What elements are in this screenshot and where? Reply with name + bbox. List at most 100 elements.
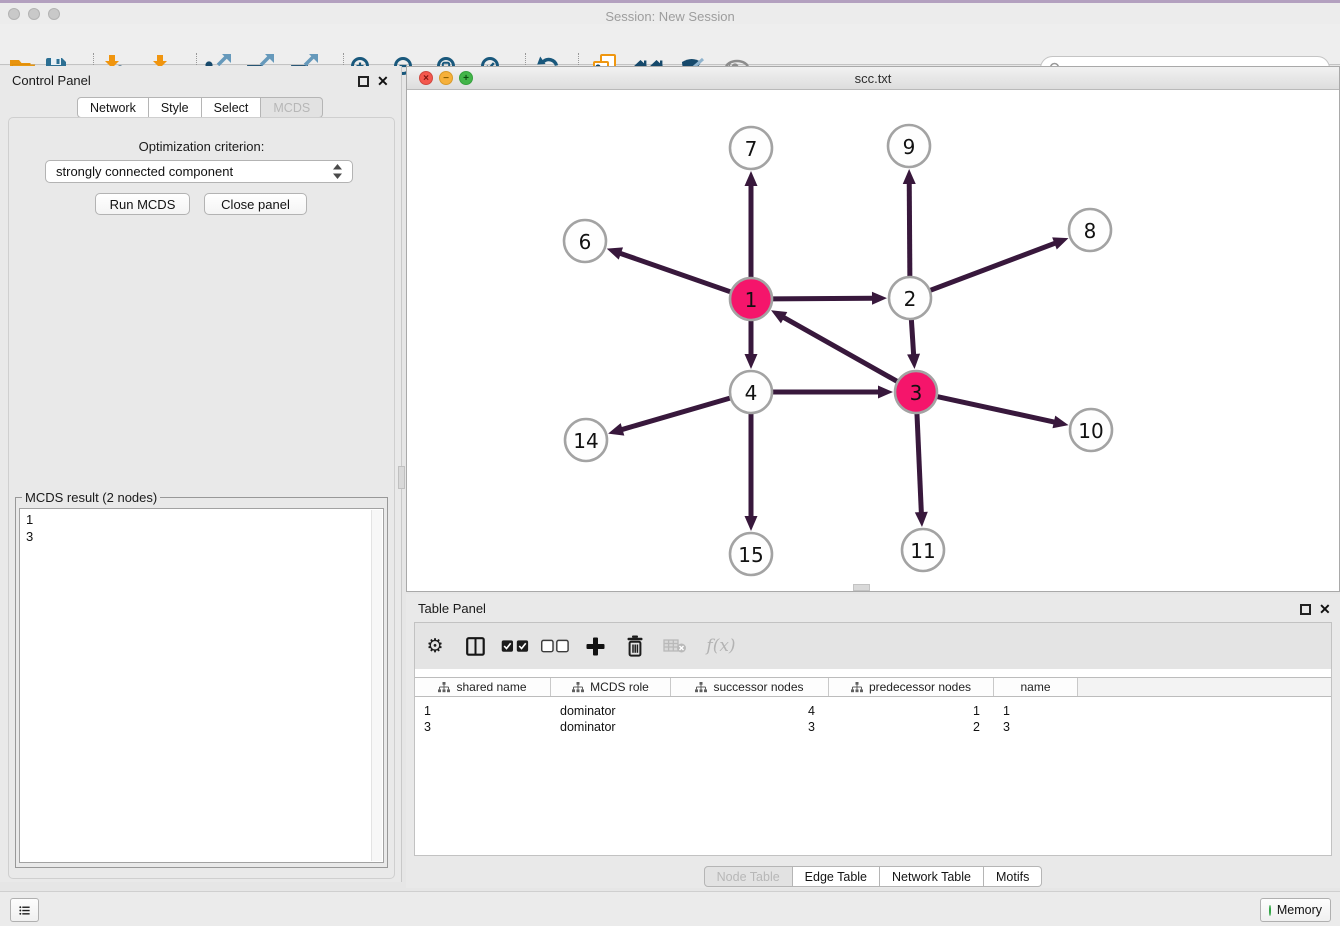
hierarchy-icon	[851, 682, 863, 693]
column-header-shared-name[interactable]: shared name	[415, 678, 551, 696]
svg-text:6: 6	[579, 230, 592, 254]
close-panel-button[interactable]: Close panel	[204, 193, 307, 215]
svg-text:9: 9	[903, 135, 916, 159]
delete-table-button[interactable]	[661, 631, 689, 661]
graph-node-14[interactable]: 14	[565, 419, 607, 461]
column-header-name[interactable]: name	[994, 678, 1078, 696]
svg-text:14: 14	[573, 429, 598, 453]
tab-network-table[interactable]: Network Table	[880, 866, 984, 887]
table-row[interactable]: 3 dominator 3 2 3	[415, 718, 1331, 735]
run-mcds-button[interactable]: Run MCDS	[95, 193, 190, 215]
criterion-select[interactable]: strongly connected component	[45, 160, 353, 183]
tab-mcds[interactable]: MCDS	[261, 97, 323, 118]
tab-network[interactable]: Network	[77, 97, 149, 118]
plus-icon	[586, 637, 605, 656]
list-icon	[19, 904, 30, 917]
graph-edge-2-3[interactable]	[911, 319, 913, 355]
cell-mcds-role[interactable]: dominator	[551, 718, 671, 735]
delete-column-button[interactable]	[621, 631, 649, 661]
graph-node-11[interactable]: 11	[902, 529, 944, 571]
hierarchy-icon	[572, 682, 584, 693]
cell-shared-name[interactable]: 3	[415, 718, 551, 735]
select-all-columns-button[interactable]	[501, 631, 529, 661]
graph-node-2[interactable]: 2	[889, 277, 931, 319]
cell-mcds-role[interactable]: dominator	[551, 702, 671, 719]
tab-node-table[interactable]: Node Table	[704, 866, 793, 887]
graph-edge-1-6[interactable]	[620, 253, 731, 292]
graph-edge-arrowhead	[872, 292, 887, 305]
vertical-splitter-handle[interactable]	[398, 466, 405, 489]
graph-node-7[interactable]: 7	[730, 127, 772, 169]
svg-text:10: 10	[1078, 419, 1103, 443]
graph-node-4[interactable]: 4	[730, 371, 772, 413]
graph-node-1[interactable]: 1	[730, 278, 772, 320]
graph-edge-2-8[interactable]	[930, 243, 1056, 291]
cell-name[interactable]: 3	[994, 718, 1078, 735]
unselect-all-columns-button[interactable]	[541, 631, 569, 661]
tab-edge-table[interactable]: Edge Table	[793, 866, 880, 887]
column-header-predecessor-nodes[interactable]: predecessor nodes	[829, 678, 994, 696]
column-header-successor-nodes[interactable]: successor nodes	[671, 678, 829, 696]
svg-text:15: 15	[738, 543, 763, 567]
graph-edge-4-14[interactable]	[622, 398, 731, 430]
mcds-result-textarea[interactable]: 1 3	[19, 508, 384, 863]
table-header-row: shared name MCDS role successor nodes pr…	[415, 677, 1331, 697]
cell-shared-name[interactable]: 1	[415, 702, 551, 719]
graph-edge-arrowhead	[607, 247, 623, 259]
svg-text:1: 1	[745, 288, 758, 312]
graph-edge-arrowhead	[745, 354, 758, 369]
tab-style[interactable]: Style	[149, 97, 202, 118]
graph-node-3[interactable]: 3	[895, 371, 937, 413]
task-history-button[interactable]	[10, 898, 39, 922]
float-table-panel-icon[interactable]	[1300, 604, 1311, 615]
network-canvas[interactable]: 1 2 3 4 6 7 8 9 10 11 14 15	[407, 90, 1339, 591]
hierarchy-icon	[438, 682, 450, 693]
graph-node-15[interactable]: 15	[730, 533, 772, 575]
memory-button[interactable]: Memory	[1260, 898, 1331, 922]
float-panel-icon[interactable]	[358, 76, 369, 87]
graph-edge-3-11[interactable]	[917, 413, 921, 513]
delete-table-icon	[663, 638, 687, 654]
cell-successor-nodes[interactable]: 3	[671, 718, 829, 735]
tab-select[interactable]: Select	[202, 97, 262, 118]
tab-motifs[interactable]: Motifs	[984, 866, 1042, 887]
graph-edge-3-10[interactable]	[937, 396, 1055, 422]
main-toolbar	[0, 24, 1340, 65]
graph-node-6[interactable]: 6	[564, 220, 606, 262]
graph-edge-arrowhead	[878, 386, 893, 399]
function-icon: f(x)	[706, 636, 735, 656]
graph-edge-2-9[interactable]	[909, 183, 910, 277]
table-panel-title: Table Panel	[418, 601, 486, 616]
svg-text:4: 4	[745, 381, 758, 405]
unchecked-boxes-icon	[541, 639, 569, 653]
graph-edge-arrowhead	[608, 423, 624, 435]
status-bar: Memory	[0, 891, 1340, 926]
graph-edge-arrowhead	[907, 354, 920, 369]
create-column-button[interactable]	[581, 631, 609, 661]
mcds-tab-content: Optimization criterion: strongly connect…	[8, 117, 395, 879]
cell-predecessor-nodes[interactable]: 1	[829, 702, 994, 719]
table-row[interactable]: 1 dominator 4 1 1	[415, 702, 1331, 719]
header-filler	[1078, 678, 1331, 696]
table-settings-button[interactable]: ⚙	[421, 631, 449, 661]
cell-predecessor-nodes[interactable]: 2	[829, 718, 994, 735]
close-panel-icon[interactable]: ✕	[377, 73, 389, 89]
graph-node-10[interactable]: 10	[1070, 409, 1112, 451]
control-panel-title: Control Panel	[12, 73, 91, 88]
column-header-mcds-role[interactable]: MCDS role	[551, 678, 671, 696]
function-builder-button[interactable]: f(x)	[701, 631, 741, 661]
horizontal-splitter-handle[interactable]	[853, 584, 870, 591]
result-scrollbar[interactable]	[371, 510, 382, 861]
graph-edge-3-1[interactable]	[783, 317, 897, 382]
graph-node-9[interactable]: 9	[888, 125, 930, 167]
cell-name[interactable]: 1	[994, 702, 1078, 719]
show-column-panel-button[interactable]	[461, 631, 489, 661]
window-title: Session: New Session	[0, 9, 1340, 24]
graph-edge-1-2[interactable]	[772, 298, 873, 299]
close-table-panel-icon[interactable]: ✕	[1319, 601, 1331, 617]
main-titlebar: Session: New Session	[0, 3, 1340, 24]
cell-successor-nodes[interactable]: 4	[671, 702, 829, 719]
svg-text:7: 7	[745, 137, 758, 161]
memory-status-icon	[1269, 905, 1271, 916]
graph-node-8[interactable]: 8	[1069, 209, 1111, 251]
